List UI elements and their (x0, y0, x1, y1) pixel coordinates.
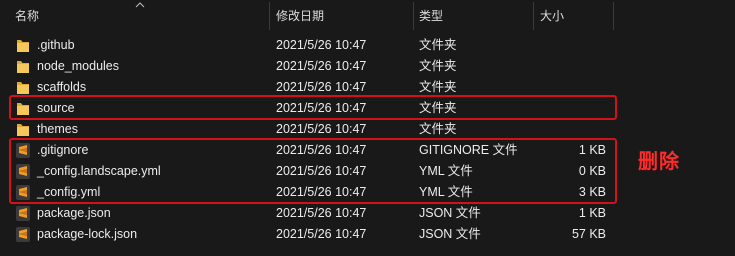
file-date: 2021/5/26 10:47 (276, 164, 367, 178)
sublime-file-icon (16, 185, 30, 200)
sublime-file-icon (16, 143, 30, 158)
file-date: 2021/5/26 10:47 (276, 38, 367, 52)
file-type: YML 文件 (419, 185, 473, 199)
file-size (540, 77, 606, 98)
file-size (540, 56, 606, 77)
sublime-file-icon (16, 227, 30, 242)
file-row[interactable]: .gitignore 2021/5/26 10:47 GITIGNORE 文件 … (0, 140, 735, 161)
chevron-up-icon (135, 2, 145, 8)
file-name: node_modules (37, 59, 120, 73)
file-type: 文件夹 (419, 59, 457, 73)
file-row[interactable]: themes 2021/5/26 10:47 文件夹 (0, 119, 735, 140)
file-size: 3 KB (578, 185, 606, 199)
column-divider[interactable] (413, 2, 414, 30)
file-name: themes (37, 122, 78, 136)
file-size: 1 KB (578, 143, 606, 157)
file-type: 文件夹 (419, 38, 457, 52)
file-size (540, 119, 606, 140)
column-header-date[interactable]: 修改日期 (276, 0, 324, 30)
file-date: 2021/5/26 10:47 (276, 143, 367, 157)
folder-icon (17, 40, 29, 52)
file-name: package.json (37, 206, 111, 220)
file-date: 2021/5/26 10:47 (276, 227, 367, 241)
file-row[interactable]: node_modules 2021/5/26 10:47 文件夹 (0, 56, 735, 77)
column-divider[interactable] (613, 2, 614, 30)
file-row[interactable]: source 2021/5/26 10:47 文件夹 (0, 98, 735, 119)
file-name: source (37, 101, 75, 115)
file-row[interactable]: scaffolds 2021/5/26 10:47 文件夹 (0, 77, 735, 98)
column-header-type[interactable]: 类型 (419, 0, 443, 30)
file-type: 文件夹 (419, 101, 457, 115)
delete-annotation: 删除 (638, 149, 680, 173)
file-date: 2021/5/26 10:47 (276, 101, 367, 115)
sublime-file-icon (16, 164, 30, 179)
file-size (540, 98, 606, 119)
file-type: 文件夹 (419, 80, 457, 94)
file-type: 文件夹 (419, 122, 457, 136)
file-row[interactable]: _config.yml 2021/5/26 10:47 YML 文件 3 KB (0, 182, 735, 203)
file-name: package-lock.json (37, 227, 138, 241)
file-size: 57 KB (571, 227, 606, 241)
folder-icon (17, 82, 29, 94)
file-size (540, 35, 606, 56)
file-row[interactable]: _config.landscape.yml 2021/5/26 10:47 YM… (0, 161, 735, 182)
file-size: 0 KB (578, 164, 606, 178)
column-header: 名称 修改日期 类型 大小 (0, 0, 735, 30)
file-name: scaffolds (37, 80, 87, 94)
column-divider[interactable] (533, 2, 534, 30)
file-name: .github (37, 38, 75, 52)
file-type: JSON 文件 (419, 227, 481, 241)
file-size: 1 KB (578, 206, 606, 220)
file-type: JSON 文件 (419, 206, 481, 220)
file-date: 2021/5/26 10:47 (276, 80, 367, 94)
file-date: 2021/5/26 10:47 (276, 185, 367, 199)
folder-icon (17, 103, 29, 115)
file-row[interactable]: package.json 2021/5/26 10:47 JSON 文件 1 K… (0, 203, 735, 224)
column-header-name[interactable]: 名称 (15, 0, 39, 30)
sublime-file-icon (16, 206, 30, 221)
folder-icon (17, 124, 29, 136)
file-date: 2021/5/26 10:47 (276, 122, 367, 136)
column-divider[interactable] (269, 2, 270, 30)
file-name: _config.landscape.yml (37, 164, 161, 178)
file-type: YML 文件 (419, 164, 473, 178)
file-row[interactable]: .github 2021/5/26 10:47 文件夹 (0, 35, 735, 56)
file-row[interactable]: package-lock.json 2021/5/26 10:47 JSON 文… (0, 224, 735, 245)
file-name: _config.yml (37, 185, 101, 199)
file-name: .gitignore (37, 143, 89, 157)
file-date: 2021/5/26 10:47 (276, 59, 367, 73)
file-date: 2021/5/26 10:47 (276, 206, 367, 220)
column-header-size[interactable]: 大小 (540, 0, 564, 30)
folder-icon (17, 61, 29, 73)
file-type: GITIGNORE 文件 (419, 143, 518, 157)
